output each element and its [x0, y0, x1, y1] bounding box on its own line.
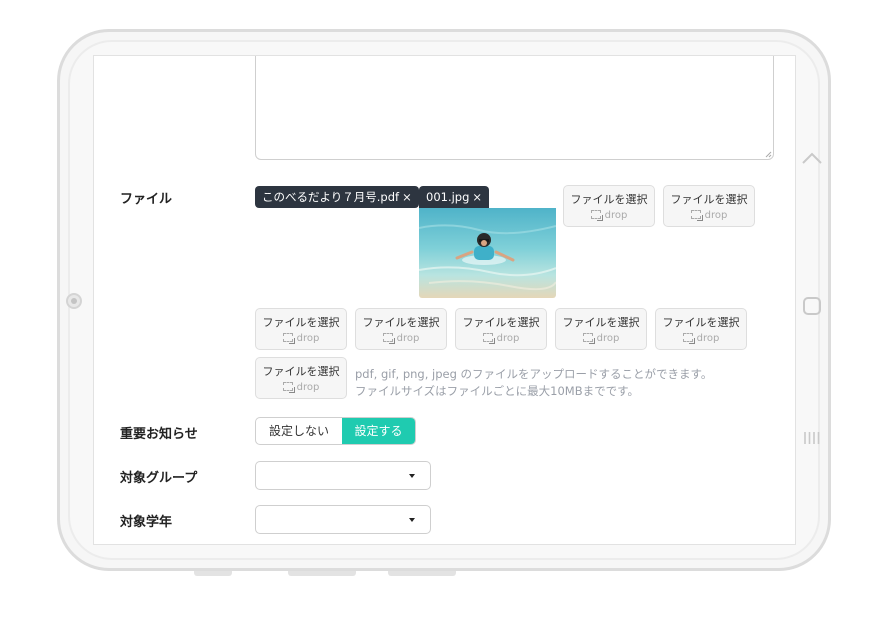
- file-select-slot[interactable]: ファイルを選択 drop: [563, 185, 655, 227]
- important-option-off[interactable]: 設定しない: [256, 418, 342, 444]
- drop-icon: [482, 333, 495, 344]
- slot-label: ファイルを選択: [462, 316, 540, 329]
- drop-icon: [382, 333, 395, 344]
- drop-icon: [590, 210, 603, 221]
- drop-icon: [282, 382, 295, 393]
- slot-drop: drop: [256, 382, 346, 393]
- drop-label: drop: [596, 333, 620, 344]
- remove-file-button[interactable]: ×: [402, 190, 412, 204]
- target-group-label: 対象グループ: [120, 471, 198, 486]
- hardware-button: [388, 571, 456, 576]
- caret-down-icon: [409, 518, 415, 522]
- chevron-up-icon[interactable]: [801, 151, 823, 165]
- file-select-slot[interactable]: ファイルを選択 drop: [355, 308, 447, 350]
- file-select-slot[interactable]: ファイルを選択 drop: [555, 308, 647, 350]
- drop-label: drop: [396, 333, 420, 344]
- slot-drop: drop: [564, 210, 654, 221]
- file-select-slot[interactable]: ファイルを選択 drop: [655, 308, 747, 350]
- file-select-slot[interactable]: ファイルを選択 drop: [455, 308, 547, 350]
- slot-drop: drop: [356, 333, 446, 344]
- drop-label: drop: [696, 333, 720, 344]
- important-option-on[interactable]: 設定する: [341, 418, 415, 444]
- target-group-select[interactable]: [255, 461, 431, 490]
- resize-handle-icon[interactable]: [764, 150, 772, 158]
- hardware-button: [288, 571, 356, 576]
- drop-icon: [282, 333, 295, 344]
- slot-drop: drop: [656, 333, 746, 344]
- important-label: 重要お知らせ: [120, 427, 198, 442]
- file-name: 001.jpg: [426, 190, 470, 204]
- home-square-icon[interactable]: [802, 296, 822, 316]
- remove-file-button[interactable]: ×: [472, 190, 482, 204]
- file-help-text: pdf, gif, png, jpeg のファイルをアップロードすることができま…: [355, 366, 712, 400]
- slot-label: ファイルを選択: [262, 365, 340, 378]
- slot-label: ファイルを選択: [570, 193, 648, 206]
- drop-icon: [690, 210, 703, 221]
- target-grade-select[interactable]: [255, 505, 431, 534]
- file-label: ファイル: [120, 192, 173, 207]
- slot-label: ファイルを選択: [262, 316, 340, 329]
- body-textarea[interactable]: [255, 56, 774, 160]
- file-select-slot[interactable]: ファイルを選択 drop: [663, 185, 755, 227]
- drop-label: drop: [704, 210, 728, 221]
- slot-drop: drop: [556, 333, 646, 344]
- form-screen: ファイル このべるだより７月号.pdf × 001.jpg × ファイルを選択 dr…: [93, 55, 796, 545]
- drop-icon: [582, 333, 595, 344]
- slot-label: ファイルを選択: [562, 316, 640, 329]
- drop-label: drop: [496, 333, 520, 344]
- file-name: このべるだより７月号.pdf: [262, 190, 400, 204]
- file-select-slot[interactable]: ファイルを選択 drop: [255, 308, 347, 350]
- drop-label: drop: [296, 333, 320, 344]
- file-tag-pdf: このべるだより７月号.pdf ×: [255, 186, 419, 208]
- slot-label: ファイルを選択: [662, 316, 740, 329]
- caret-down-icon: [409, 474, 415, 478]
- help-line: pdf, gif, png, jpeg のファイルをアップロードすることができま…: [355, 367, 713, 381]
- drop-label: drop: [604, 210, 628, 221]
- slot-drop: drop: [256, 333, 346, 344]
- help-line: ファイルサイズはファイルごとに最大10MBまでです。: [355, 384, 639, 398]
- target-grade-label: 対象学年: [120, 515, 173, 530]
- slot-label: ファイルを選択: [670, 193, 748, 206]
- drop-icon: [682, 333, 695, 344]
- image-thumbnail: [419, 208, 556, 298]
- important-toggle: 設定しない 設定する: [255, 417, 416, 445]
- slot-drop: drop: [664, 210, 754, 221]
- slot-drop: drop: [456, 333, 546, 344]
- hardware-button: [194, 571, 232, 576]
- camera-icon: [66, 293, 82, 309]
- file-select-slot[interactable]: ファイルを選択 drop: [255, 357, 347, 399]
- drop-label: drop: [296, 382, 320, 393]
- recent-apps-icon[interactable]: [803, 431, 821, 445]
- file-tag-image: 001.jpg ×: [419, 186, 490, 208]
- slot-label: ファイルを選択: [362, 316, 440, 329]
